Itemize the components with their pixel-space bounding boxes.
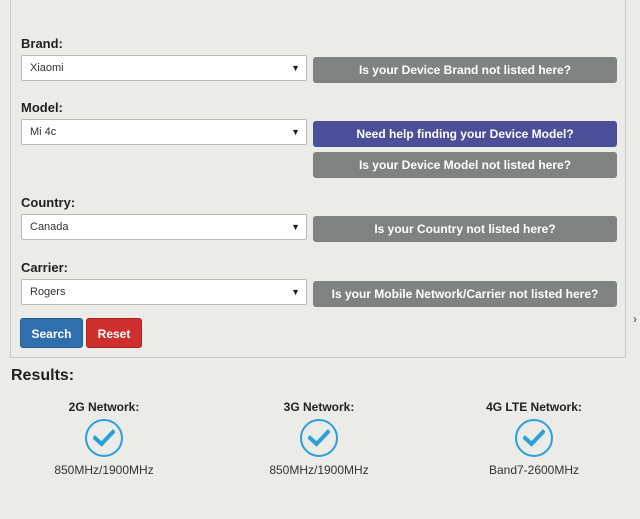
check-icon bbox=[300, 419, 338, 457]
model-not-listed-button[interactable]: Is your Device Model not listed here? bbox=[313, 152, 617, 178]
result-4g-lte: 4G LTE Network: Band7-2600MHz bbox=[444, 400, 624, 477]
dropdown-arrow-icon: ▼ bbox=[291, 63, 300, 73]
check-icon bbox=[515, 419, 553, 457]
check-icon bbox=[85, 419, 123, 457]
brand-label: Brand: bbox=[21, 36, 63, 51]
dropdown-arrow-icon: ▼ bbox=[291, 127, 300, 137]
dropdown-arrow-icon: ▼ bbox=[291, 222, 300, 232]
country-label: Country: bbox=[21, 195, 76, 210]
result-3g: 3G Network: 850MHz/1900MHz bbox=[229, 400, 409, 477]
country-not-listed-button[interactable]: Is your Country not listed here? bbox=[313, 216, 617, 242]
model-select[interactable]: Mi 4c ▼ bbox=[21, 119, 307, 145]
dropdown-arrow-icon: ▼ bbox=[291, 287, 300, 297]
carrier-label: Carrier: bbox=[21, 260, 68, 275]
network-title: 2G Network: bbox=[68, 400, 140, 414]
network-frequency: 850MHz/1900MHz bbox=[54, 463, 154, 477]
model-label: Model: bbox=[21, 100, 63, 115]
find-device-model-button[interactable]: Need help finding your Device Model? bbox=[313, 121, 617, 147]
model-select-value: Mi 4c bbox=[30, 126, 57, 138]
network-frequency: Band7-2600MHz bbox=[488, 463, 580, 477]
search-button[interactable]: Search bbox=[20, 318, 83, 348]
country-select-value: Canada bbox=[30, 221, 69, 233]
network-title: 4G LTE Network: bbox=[486, 400, 582, 414]
network-frequency: 850MHz/1900MHz bbox=[269, 463, 369, 477]
result-2g: 2G Network: 850MHz/1900MHz bbox=[14, 400, 194, 477]
country-select[interactable]: Canada ▼ bbox=[21, 214, 307, 240]
brand-select-value: Xiaomi bbox=[30, 62, 64, 74]
results-title: Results: bbox=[11, 367, 75, 384]
carrier-not-listed-button[interactable]: Is your Mobile Network/Carrier not liste… bbox=[313, 281, 617, 307]
carrier-select-value: Rogers bbox=[30, 286, 66, 298]
brand-select[interactable]: Xiaomi ▼ bbox=[21, 55, 307, 81]
network-title: 3G Network: bbox=[283, 400, 355, 414]
carrier-select[interactable]: Rogers ▼ bbox=[21, 279, 307, 305]
reset-button[interactable]: Reset bbox=[86, 318, 142, 348]
brand-not-listed-button[interactable]: Is your Device Brand not listed here? bbox=[313, 57, 617, 83]
chevron-right-icon: › bbox=[633, 312, 637, 326]
